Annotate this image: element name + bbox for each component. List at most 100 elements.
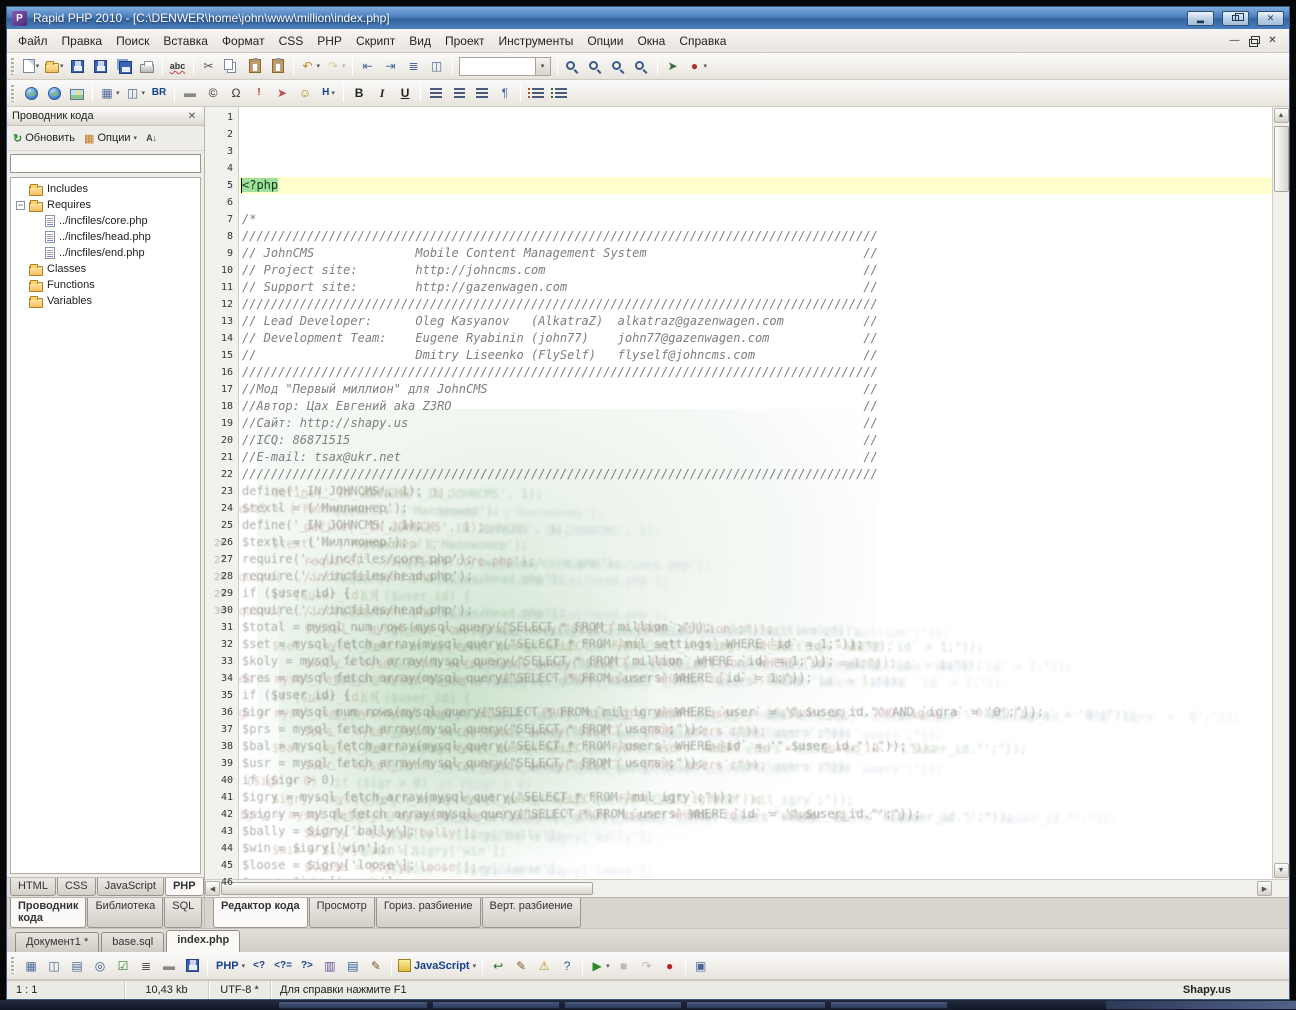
align-center-button[interactable] [448, 82, 470, 104]
code-line[interactable]: $prs = mysql_fetch_array(mysql_query("SE… [239, 721, 1272, 738]
menu-php[interactable]: PHP [310, 31, 349, 51]
taskbar-item[interactable] [564, 1001, 682, 1009]
taskbar-item[interactable] [432, 1001, 560, 1009]
scroll-right-button[interactable]: ▶ [1257, 881, 1272, 896]
context-help-button[interactable]: ? [556, 955, 578, 977]
tree-item-head-php[interactable]: ../incfiles/head.php [11, 229, 200, 245]
menu-css[interactable]: CSS [272, 31, 311, 51]
scroll-down-button[interactable]: ▼ [1274, 863, 1289, 878]
taskbar-item[interactable] [686, 1001, 826, 1009]
insert-div-button[interactable]: ◫▾ [123, 82, 148, 104]
code-line[interactable]: $igry = mysql_fetch_array(mysql_query("S… [239, 789, 1272, 806]
copyright-symbol-button[interactable]: © [202, 82, 224, 104]
code-line[interactable]: define('_IN_JOHNCMS', 1); [239, 483, 1272, 500]
new-document-button[interactable]: ▾ [20, 55, 42, 77]
code-line[interactable]: require('../incfiles/head.php'); [239, 602, 1272, 619]
special-characters-button[interactable]: Ω [225, 82, 247, 104]
taskbar-item[interactable] [830, 1001, 948, 1009]
refresh-button[interactable]: ↻ Обновить [10, 130, 78, 147]
code-line[interactable]: $bally = $igry['bally']; [239, 823, 1272, 840]
horizontal-scroll-thumb[interactable] [221, 882, 593, 895]
validate-document-button[interactable]: ☑ [112, 955, 134, 977]
code-line[interactable]: $loose = $igry['loose']; [239, 857, 1272, 874]
tree-item-requires[interactable]: −Requires [11, 197, 200, 213]
taskbar-tray[interactable] [1106, 1001, 1296, 1009]
code-line[interactable]: $sigry = mysql_fetch_array(mysql_query("… [239, 806, 1272, 823]
tree-item-end-php[interactable]: ../incfiles/end.php [11, 245, 200, 261]
insert-important-button[interactable]: ! [248, 82, 270, 104]
mdi-close-button[interactable]: ✕ [1266, 35, 1279, 47]
menu-tools[interactable]: Инструменты [492, 31, 581, 51]
find-in-files-button[interactable] [608, 55, 630, 77]
code-line[interactable]: <?php [239, 177, 1272, 194]
snippet-save-button[interactable] [181, 955, 203, 977]
preview-in-browser-button[interactable] [43, 82, 65, 104]
align-left-button[interactable] [425, 82, 447, 104]
sort-button[interactable]: A↓ [143, 131, 160, 145]
paste-special-button[interactable] [267, 55, 289, 77]
tab-javascript[interactable]: JavaScript [97, 878, 164, 896]
save-all-button[interactable] [113, 55, 135, 77]
tab-library[interactable]: Библиотека [87, 898, 163, 928]
target-browser-button[interactable]: ◎ [89, 955, 111, 977]
php-echo-tag-button[interactable]: <?= [271, 955, 295, 977]
code-line[interactable]: $set = mysql_fetch_array(mysql_query("SE… [239, 636, 1272, 653]
save-button[interactable] [67, 55, 89, 77]
macro-record-button[interactable]: ●▾ [685, 55, 710, 77]
tree-item-core-php[interactable]: ../incfiles/core.php [11, 213, 200, 229]
toolbar-grip[interactable] [11, 957, 15, 974]
code-line[interactable]: ////////////////////////////////////////… [239, 364, 1272, 381]
minimize-button[interactable]: ▂ [1187, 11, 1214, 26]
title-bar[interactable]: P Rapid PHP 2010 - [C:\DENWER\home\john\… [7, 7, 1289, 29]
italic-button[interactable]: I [371, 82, 393, 104]
numbered-list-button[interactable] [548, 82, 570, 104]
horizontal-scrollbar[interactable]: ◀ ▶ [205, 879, 1289, 897]
underline-button[interactable]: U [394, 82, 416, 104]
open-file-button[interactable]: ▾ [43, 55, 66, 77]
code-line[interactable]: ////////////////////////////////////////… [239, 466, 1272, 483]
menu-help[interactable]: Справка [672, 31, 733, 51]
insert-emoticon-button[interactable]: ☺ [294, 82, 316, 104]
code-line[interactable]: // Development Team: Eugene Ryabinin (jo… [239, 330, 1272, 347]
code-line[interactable]: if ($user_id) { [239, 687, 1272, 704]
tab-split-vertical[interactable]: Верт. разбиение [482, 898, 581, 928]
vertical-scroll-thumb[interactable] [1274, 126, 1289, 192]
code-line[interactable]: ////////////////////////////////////////… [239, 228, 1272, 245]
code-line[interactable]: require('../incfiles/head.php'); [239, 568, 1272, 585]
menu-script[interactable]: Скрипт [349, 31, 402, 51]
code-line[interactable]: $win = $igry['win']; [239, 840, 1272, 857]
js-menu-button[interactable]: JavaScript▾ [396, 955, 478, 977]
outdent-button[interactable]: ⇤ [357, 55, 379, 77]
tree-item-variables[interactable]: Variables [11, 293, 200, 309]
code-line[interactable]: // JohnCMS Mobile Content Management Sys… [239, 245, 1272, 262]
menu-edit[interactable]: Правка [55, 31, 110, 51]
toolbar-grip[interactable] [11, 85, 15, 102]
edit-pencil-button[interactable]: ✎ [510, 955, 532, 977]
code-line[interactable]: //Сайт: http://shapy.us // [239, 415, 1272, 432]
code-line[interactable]: $sum = $igry['summa']; [239, 874, 1272, 879]
code-line[interactable]: //E-mail: tsax@ukr.net // [239, 449, 1272, 466]
goto-line-button[interactable]: ➤ [662, 55, 684, 77]
code-editor[interactable]: <?php/*/////////////////////////////////… [239, 107, 1272, 879]
doc-tab-index-php[interactable]: index.php [166, 930, 240, 952]
tab-html[interactable]: HTML [10, 878, 56, 896]
insert-php-block-button[interactable]: ▥ [319, 955, 341, 977]
code-line[interactable]: define('_IN_JOHNCMS', 1); [239, 517, 1272, 534]
php-close-tag-button[interactable]: ?> [296, 955, 318, 977]
tab-code-editor[interactable]: Редактор кода [213, 898, 308, 928]
tab-css[interactable]: CSS [57, 878, 96, 896]
close-panel-button[interactable]: ✕ [185, 111, 199, 122]
tab-sql[interactable]: SQL [164, 898, 202, 928]
menu-options[interactable]: Опции [580, 31, 630, 51]
menu-search[interactable]: Поиск [109, 31, 156, 51]
code-line[interactable]: if ($user_id) { [239, 585, 1272, 602]
code-line[interactable]: /* [239, 211, 1272, 228]
spell-check-button[interactable]: abc [167, 55, 189, 77]
code-line[interactable]: $res = mysql_fetch_array(mysql_query("SE… [239, 670, 1272, 687]
tree-expander-icon[interactable]: − [16, 201, 25, 210]
style-selector-combobox[interactable]: ▾ [459, 57, 551, 76]
menu-file[interactable]: Файл [11, 31, 55, 51]
print-button[interactable] [136, 55, 158, 77]
code-line[interactable]: // Lead Developer: Oleg Kasyanov (Alkatr… [239, 313, 1272, 330]
replace-button[interactable] [585, 55, 607, 77]
